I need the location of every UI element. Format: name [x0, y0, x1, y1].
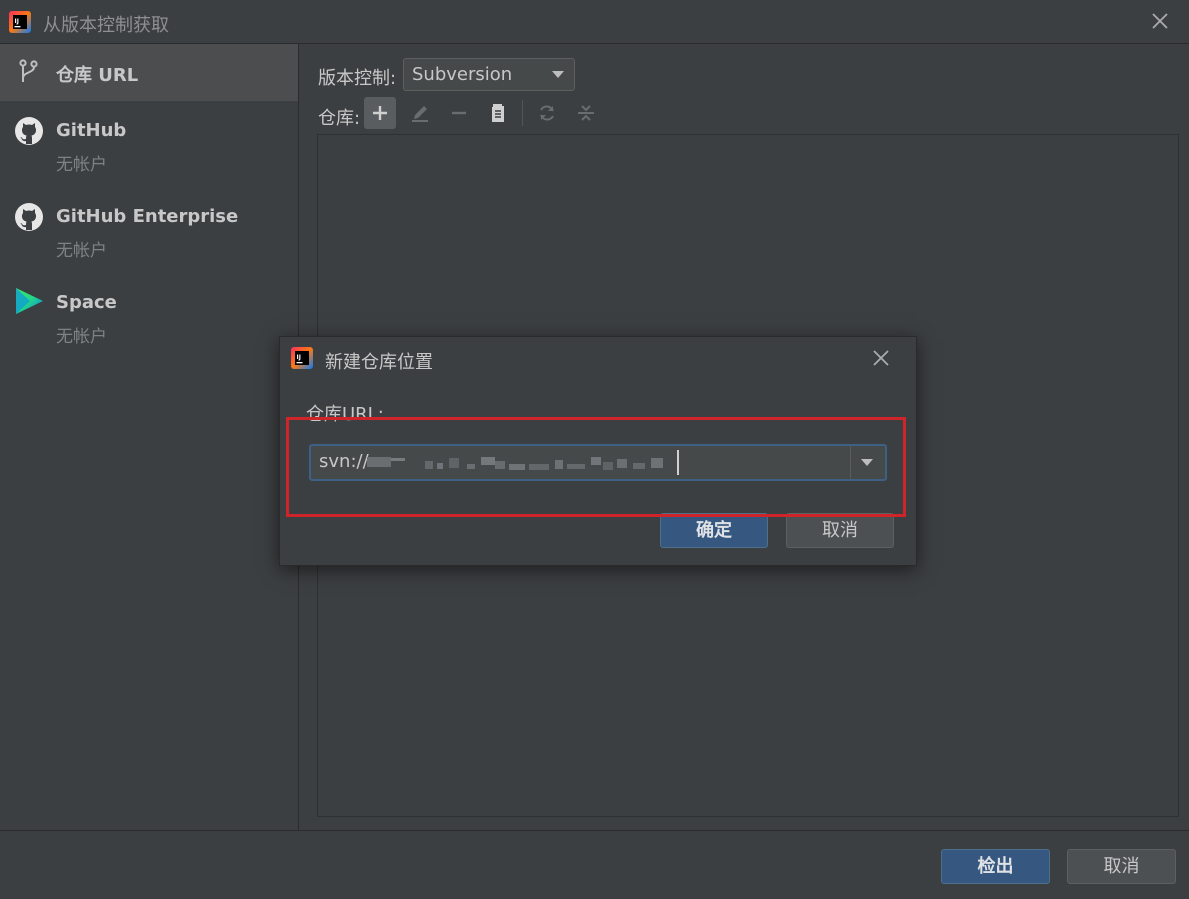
sidebar-item-label: 仓库 URL — [56, 65, 139, 86]
title-bar: IJ 从版本控制获取 — [0, 0, 1189, 44]
vcs-select[interactable]: Subversion — [403, 58, 575, 91]
chevron-down-icon — [552, 71, 564, 78]
sidebar-item-label: Space — [56, 292, 117, 313]
repo-url-combobox[interactable]: svn:// — [309, 444, 887, 481]
add-repo-button[interactable] — [364, 97, 396, 129]
svg-text:IJ: IJ — [15, 18, 19, 25]
refresh-icon — [540, 105, 554, 121]
text-caret — [677, 450, 679, 475]
account-status: 无帐户 — [56, 241, 107, 261]
intellij-logo-icon: IJ — [9, 11, 31, 33]
space-icon — [16, 288, 43, 314]
remove-repo-button[interactable] — [443, 97, 475, 129]
close-icon[interactable] — [870, 347, 892, 369]
github-icon — [15, 117, 43, 145]
checkout-button[interactable]: 检出 — [941, 849, 1050, 884]
github-icon — [15, 203, 43, 231]
repo-url-input[interactable]: svn:// — [319, 451, 369, 472]
ok-button[interactable]: 确定 — [660, 513, 768, 548]
sidebar-item-label: GitHub — [56, 120, 127, 141]
cancel-button[interactable]: 取消 — [1067, 849, 1176, 884]
collapse-button[interactable] — [570, 97, 602, 129]
repo-url-label: 仓库URL: — [306, 404, 384, 425]
sidebar-item-label: GitHub Enterprise — [56, 206, 239, 227]
remove-icon — [452, 111, 466, 115]
edit-icon — [412, 106, 428, 122]
intellij-logo-icon: IJ — [291, 347, 313, 369]
sidebar-item-github[interactable]: GitHub 无帐户 — [0, 112, 298, 182]
collapse-icon — [578, 105, 594, 121]
sidebar-item-github-enterprise[interactable]: GitHub Enterprise 无帐户 — [0, 198, 298, 268]
url-history-dropdown[interactable] — [850, 446, 885, 479]
dialog-title: 新建仓库位置 — [325, 352, 433, 373]
vcs-label: 版本控制: — [318, 68, 397, 89]
copy-repo-button[interactable] — [482, 97, 514, 129]
cancel-button[interactable]: 取消 — [786, 513, 894, 548]
sidebar-item-repo-url[interactable]: 仓库 URL — [0, 44, 298, 101]
sidebar-item-space[interactable]: Space 无帐户 — [0, 284, 298, 354]
account-status: 无帐户 — [56, 155, 107, 175]
account-status: 无帐户 — [56, 327, 107, 347]
add-icon — [373, 106, 387, 120]
close-icon[interactable] — [1149, 10, 1171, 32]
window-title: 从版本控制获取 — [43, 15, 169, 36]
chevron-down-icon — [861, 459, 873, 466]
edit-repo-button[interactable] — [404, 97, 436, 129]
blurred-url-redaction — [367, 457, 663, 470]
footer: 检出 取消 — [0, 830, 1189, 899]
vcs-select-value: Subversion — [412, 64, 513, 85]
new-repo-dialog: IJ 新建仓库位置 仓库URL: svn:// 确定 取消 — [279, 336, 917, 566]
vcs-branch-icon — [19, 59, 38, 82]
sidebar: 仓库 URL GitHub 无帐户 GitHub Enterprise 无帐户 … — [0, 44, 299, 830]
copy-icon — [492, 104, 504, 122]
refresh-button[interactable] — [531, 97, 563, 129]
svg-text:IJ: IJ — [297, 354, 301, 361]
toolbar-separator — [522, 100, 523, 126]
repo-label: 仓库: — [318, 108, 361, 129]
